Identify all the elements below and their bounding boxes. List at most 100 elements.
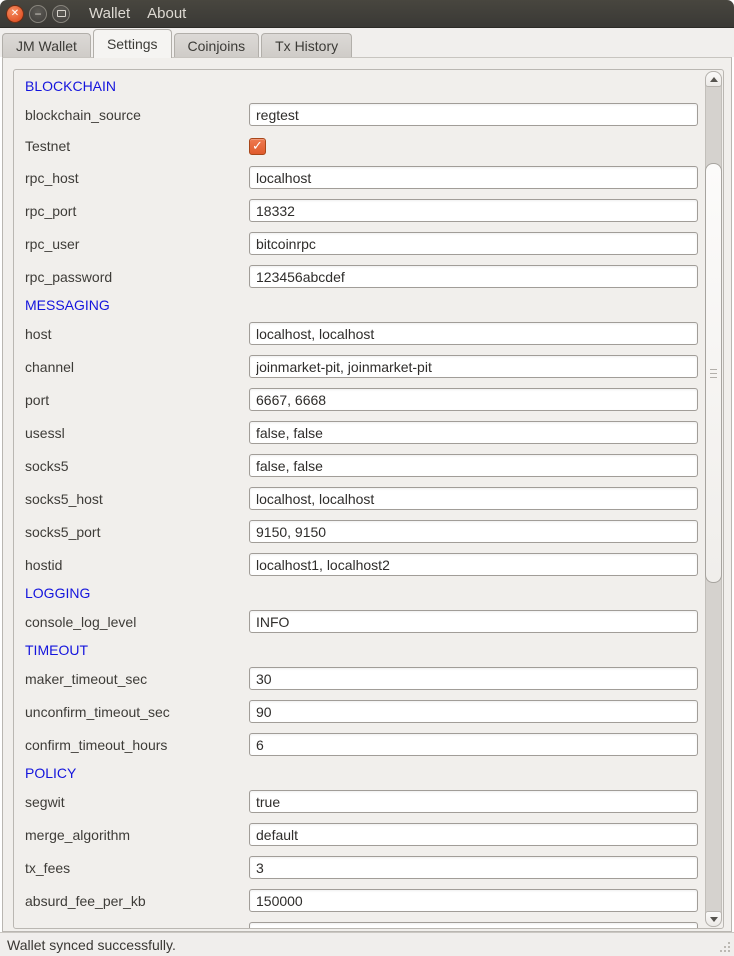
section-header: MESSAGING: [25, 297, 110, 313]
field-label: console_log_level: [25, 614, 249, 630]
settings-field-row: rpc_password: [25, 260, 704, 293]
field-input[interactable]: [249, 520, 698, 543]
settings-field-row: tx_fees: [25, 851, 704, 884]
tab-coinjoins[interactable]: Coinjoins: [174, 33, 260, 57]
settings-scroll-area: BLOCKCHAIN blockchain_source Testnet ✓ r…: [13, 69, 724, 929]
scrollbar-grip: [710, 373, 717, 374]
field-input[interactable]: [249, 199, 698, 222]
field-input[interactable]: [249, 856, 698, 879]
status-message: Wallet synced successfully.: [7, 937, 176, 953]
arrow-up-icon: [710, 77, 718, 82]
settings-field-row: socks5_host: [25, 482, 704, 515]
field-input[interactable]: [249, 103, 698, 126]
field-label: host: [25, 326, 249, 342]
scrollbar-thumb[interactable]: [705, 163, 722, 583]
field-input[interactable]: [249, 232, 698, 255]
field-label: unconfirm_timeout_sec: [25, 704, 249, 720]
field-label: socks5_port: [25, 524, 249, 540]
field-label: socks5_host: [25, 491, 249, 507]
scrollbar-up-button[interactable]: [705, 71, 722, 87]
scrollbar-down-button[interactable]: [705, 911, 722, 927]
field-input[interactable]: [249, 265, 698, 288]
section-header: TIMEOUT: [25, 642, 88, 658]
settings-field-row: rpc_host: [25, 161, 704, 194]
settings-checkbox-row: Testnet ✓: [25, 131, 704, 161]
settings-form: BLOCKCHAIN blockchain_source Testnet ✓ r…: [14, 70, 704, 928]
window-close-button[interactable]: ✕: [6, 5, 24, 23]
field-label: channel: [25, 359, 249, 375]
settings-field-row: absurd_fee_per_kb: [25, 884, 704, 917]
field-input[interactable]: [249, 355, 698, 378]
maximize-icon: [57, 10, 66, 17]
field-label: rpc_port: [25, 203, 249, 219]
titlebar: ✕ − Wallet About: [0, 0, 734, 28]
field-label: blockchain_source: [25, 107, 249, 123]
section-header: BLOCKCHAIN: [25, 78, 116, 94]
settings-field-row: [25, 917, 704, 928]
settings-section-row: LOGGING: [25, 581, 704, 605]
field-input[interactable]: [249, 667, 698, 690]
settings-field-row: confirm_timeout_hours: [25, 728, 704, 761]
scrollbar-grip: [710, 377, 717, 378]
settings-field-row: hostid: [25, 548, 704, 581]
settings-field-row: merge_algorithm: [25, 818, 704, 851]
field-label: hostid: [25, 557, 249, 573]
field-label: usessl: [25, 425, 249, 441]
menubar: Wallet About: [84, 5, 198, 22]
field-input[interactable]: [249, 487, 698, 510]
menu-about[interactable]: About: [142, 5, 191, 22]
minimize-icon: −: [34, 8, 41, 20]
resize-grip[interactable]: [718, 940, 732, 954]
field-label: confirm_timeout_hours: [25, 737, 249, 753]
tab-tx-history[interactable]: Tx History: [261, 33, 352, 57]
field-input[interactable]: [249, 388, 698, 411]
field-input[interactable]: [249, 166, 698, 189]
field-label: maker_timeout_sec: [25, 671, 249, 687]
field-label: rpc_user: [25, 236, 249, 252]
settings-field-row: unconfirm_timeout_sec: [25, 695, 704, 728]
settings-section-row: TIMEOUT: [25, 638, 704, 662]
field-label: tx_fees: [25, 860, 249, 876]
tab-jm-wallet[interactable]: JM Wallet: [2, 33, 91, 57]
section-header: LOGGING: [25, 585, 90, 601]
settings-field-row: socks5: [25, 449, 704, 482]
settings-pane: BLOCKCHAIN blockchain_source Testnet ✓ r…: [2, 57, 732, 932]
window-maximize-button[interactable]: [52, 5, 70, 23]
close-icon: ✕: [11, 9, 19, 19]
status-bar: Wallet synced successfully.: [0, 932, 734, 956]
arrow-down-icon: [710, 917, 718, 922]
settings-field-row: rpc_port: [25, 194, 704, 227]
settings-section-row: MESSAGING: [25, 293, 704, 317]
field-input[interactable]: [249, 700, 698, 723]
scrollbar-grip: [710, 369, 717, 370]
testnet-checkbox[interactable]: ✓: [249, 138, 266, 155]
field-label: merge_algorithm: [25, 827, 249, 843]
menu-wallet[interactable]: Wallet: [84, 5, 135, 22]
field-input[interactable]: [249, 553, 698, 576]
field-input[interactable]: [249, 421, 698, 444]
window-minimize-button[interactable]: −: [29, 5, 47, 23]
field-input[interactable]: [249, 823, 698, 846]
settings-field-row: maker_timeout_sec: [25, 662, 704, 695]
field-input[interactable]: [249, 790, 698, 813]
field-input[interactable]: [249, 922, 698, 928]
field-label: rpc_password: [25, 269, 249, 285]
settings-field-row: usessl: [25, 416, 704, 449]
field-input[interactable]: [249, 322, 698, 345]
field-input[interactable]: [249, 610, 698, 633]
field-input[interactable]: [249, 454, 698, 477]
settings-field-row: console_log_level: [25, 605, 704, 638]
field-label: socks5: [25, 458, 249, 474]
settings-field-row: socks5_port: [25, 515, 704, 548]
settings-field-row: port: [25, 383, 704, 416]
tab-bar: JM Wallet Settings Coinjoins Tx History: [0, 28, 734, 57]
vertical-scrollbar[interactable]: [705, 71, 722, 927]
field-input[interactable]: [249, 733, 698, 756]
field-label: Testnet: [25, 138, 249, 154]
field-input[interactable]: [249, 889, 698, 912]
tab-settings[interactable]: Settings: [93, 29, 172, 58]
checkbox-check-icon: ✓: [252, 138, 263, 154]
settings-field-row: channel: [25, 350, 704, 383]
settings-field-row: host: [25, 317, 704, 350]
field-label: rpc_host: [25, 170, 249, 186]
